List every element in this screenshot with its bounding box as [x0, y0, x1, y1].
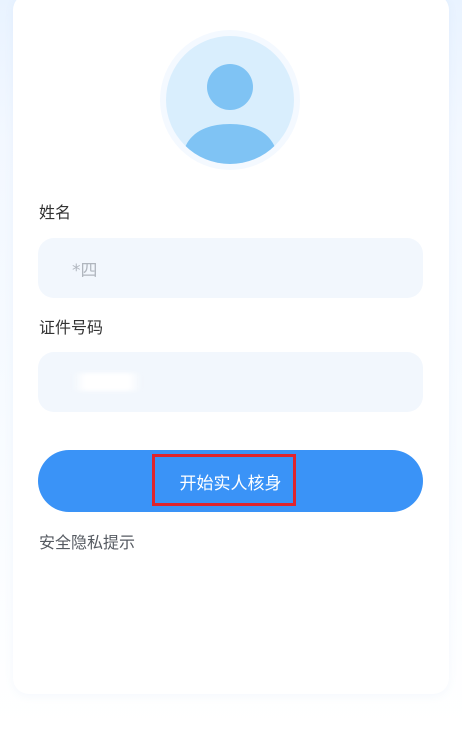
avatar [160, 30, 300, 170]
name-label: 姓名 [39, 203, 72, 222]
name-field[interactable]: *四 [38, 238, 423, 298]
name-value: *四 [72, 260, 98, 281]
redacted-id-mask [72, 373, 142, 391]
id-number-field[interactable] [38, 352, 423, 412]
privacy-notice-link[interactable]: 安全隐私提示 [39, 529, 135, 553]
start-verification-button[interactable]: 开始实人核身 [38, 450, 423, 512]
id-number-label: 证件号码 [39, 318, 104, 337]
start-verification-label: 开始实人核身 [179, 473, 282, 493]
user-avatar-icon [166, 36, 294, 164]
